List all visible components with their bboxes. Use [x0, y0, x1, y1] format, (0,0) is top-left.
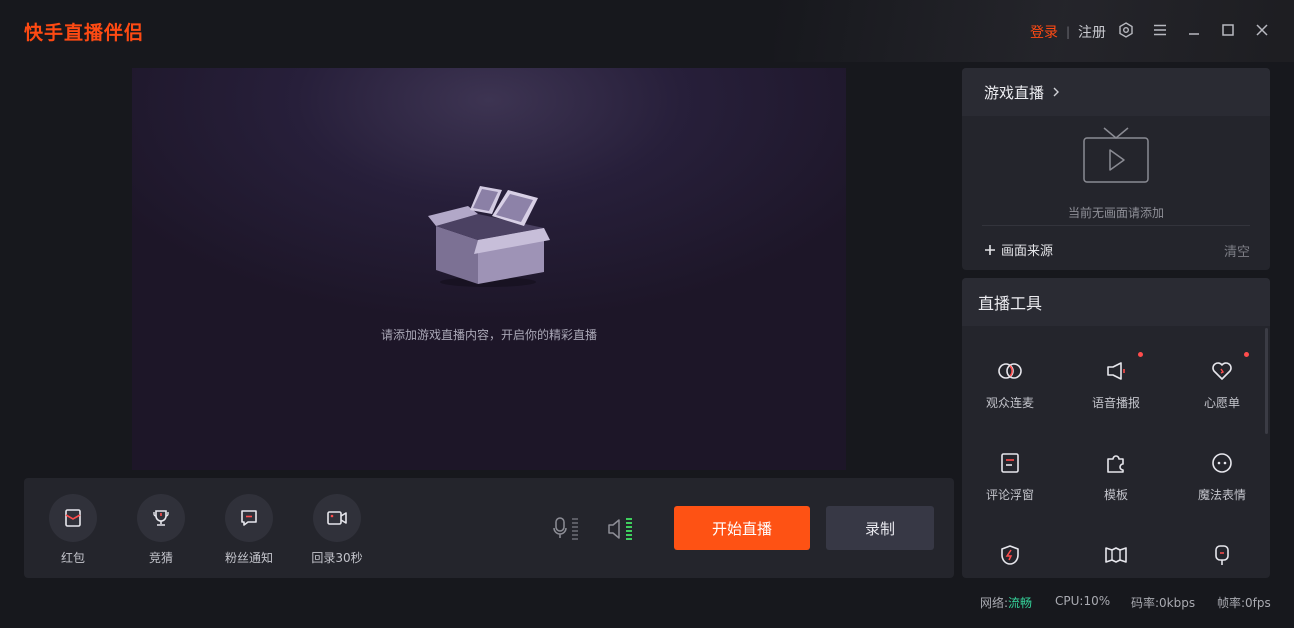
comment-float-tool[interactable]: 评论浮窗: [962, 450, 1060, 503]
preview-hint: 请添加游戏直播内容，开启你的精彩直播: [380, 328, 597, 342]
comment-float-icon: [1001, 453, 1019, 473]
live-tools-title: 直播工具: [962, 278, 1270, 326]
mic-stand-tool[interactable]: [1172, 542, 1270, 568]
network-value: 流畅: [1008, 596, 1033, 610]
empty-box-icon: [428, 186, 550, 287]
voice-broadcast-tool[interactable]: 语音播报: [1066, 352, 1166, 411]
template-puzzle-icon: [1107, 455, 1124, 473]
game-live-header[interactable]: 游戏直播: [962, 68, 1270, 116]
plus-icon: [985, 244, 995, 255]
wishlist-tool[interactable]: 心愿单: [1172, 352, 1270, 411]
red-packet-label: 红包: [60, 551, 85, 565]
panel-divider: [982, 225, 1250, 226]
close-icon[interactable]: [1252, 20, 1272, 40]
login-link[interactable]: 登录: [1030, 22, 1058, 42]
guess-label: 竞猜: [148, 551, 173, 565]
red-packet-tool[interactable]: 红包: [33, 494, 113, 566]
comment-float-label: 评论浮窗: [985, 488, 1034, 502]
shield-bolt-tool[interactable]: [962, 542, 1060, 568]
new-badge-dot: [1244, 352, 1249, 357]
magic-face-tool[interactable]: 魔法表情: [1172, 450, 1270, 503]
wishlist-label: 心愿单: [1203, 396, 1240, 410]
microphone-control[interactable]: [552, 516, 582, 542]
tv-play-icon: [1083, 127, 1149, 183]
maximize-icon[interactable]: [1218, 20, 1238, 40]
voice-broadcast-icon: [1107, 362, 1125, 380]
auth-links: 登录 | 注册: [1030, 22, 1106, 42]
record-button[interactable]: 录制: [826, 506, 934, 550]
audience-link-tool[interactable]: 观众连麦: [962, 358, 1060, 411]
magic-face-label: 魔法表情: [1197, 488, 1246, 502]
microphone-icon[interactable]: [552, 516, 582, 542]
game-live-panel: 游戏直播 当前无画面请添加 画面来源 清空: [962, 68, 1270, 270]
register-link[interactable]: 注册: [1078, 22, 1106, 42]
add-source-label: 画面来源: [1001, 244, 1054, 259]
template-label: 模板: [1103, 488, 1128, 502]
game-empty-text: 当前无画面请添加: [1067, 206, 1164, 220]
voice-broadcast-label: 语音播报: [1091, 396, 1140, 410]
red-packet-icon[interactable]: [49, 494, 97, 542]
game-live-title: 游戏直播: [984, 83, 1045, 102]
audience-link-label: 观众连麦: [985, 396, 1034, 410]
clear-button[interactable]: 清空: [1224, 241, 1250, 260]
fan-notice-tool[interactable]: 粉丝通知: [209, 494, 289, 566]
network-status: 网络:流畅: [980, 594, 1032, 611]
speaker-control[interactable]: [606, 516, 636, 542]
bitrate-status: 码率:0kbps: [1131, 596, 1196, 610]
guess-tool[interactable]: 竞猜: [121, 494, 201, 566]
trophy-icon[interactable]: [137, 494, 185, 542]
fan-notice-icon[interactable]: [225, 494, 273, 542]
book-icon: [1105, 547, 1127, 563]
auth-separator: |: [1066, 25, 1071, 39]
title-bar: 快手直播伴侣 登录 | 注册: [0, 0, 1294, 62]
live-preview[interactable]: 请添加游戏直播内容，开启你的精彩直播: [132, 68, 846, 470]
fan-notice-label: 粉丝通知: [224, 551, 273, 565]
live-toolbar: 红包 竞猜 粉丝通知 回录30秒 开始直播 录制: [24, 478, 954, 578]
minimize-icon[interactable]: [1184, 20, 1204, 40]
settings-icon[interactable]: [1116, 20, 1136, 40]
audience-link-icon: [998, 363, 1022, 379]
live-tools-panel: 直播工具 观众连麦 语音播报 心愿单 评论浮窗 模板 魔法表情: [962, 278, 1270, 578]
add-source-button[interactable]: 画面来源: [984, 240, 1053, 259]
cpu-status: CPU:10%: [1055, 594, 1111, 608]
replay-camera-icon[interactable]: [313, 494, 361, 542]
replay-label: 回录30秒: [311, 551, 363, 565]
wishlist-heart-icon: [1212, 362, 1232, 380]
start-live-button[interactable]: 开始直播: [674, 506, 810, 550]
fps-status: 帧率:0fps: [1217, 596, 1271, 610]
menu-icon[interactable]: [1150, 20, 1170, 40]
book-tool[interactable]: [1066, 542, 1166, 568]
shield-bolt-icon: [1001, 545, 1019, 565]
speaker-icon[interactable]: [606, 516, 636, 542]
mic-stand-icon: [1215, 545, 1229, 565]
replay-tool[interactable]: 回录30秒: [297, 494, 377, 566]
magic-face-icon: [1212, 453, 1232, 473]
network-label: 网络:: [980, 596, 1009, 610]
new-badge-dot: [1138, 352, 1143, 357]
chevron-right-icon: [1053, 87, 1060, 97]
template-tool[interactable]: 模板: [1066, 450, 1166, 503]
app-logo: 快手直播伴侣: [24, 22, 145, 44]
